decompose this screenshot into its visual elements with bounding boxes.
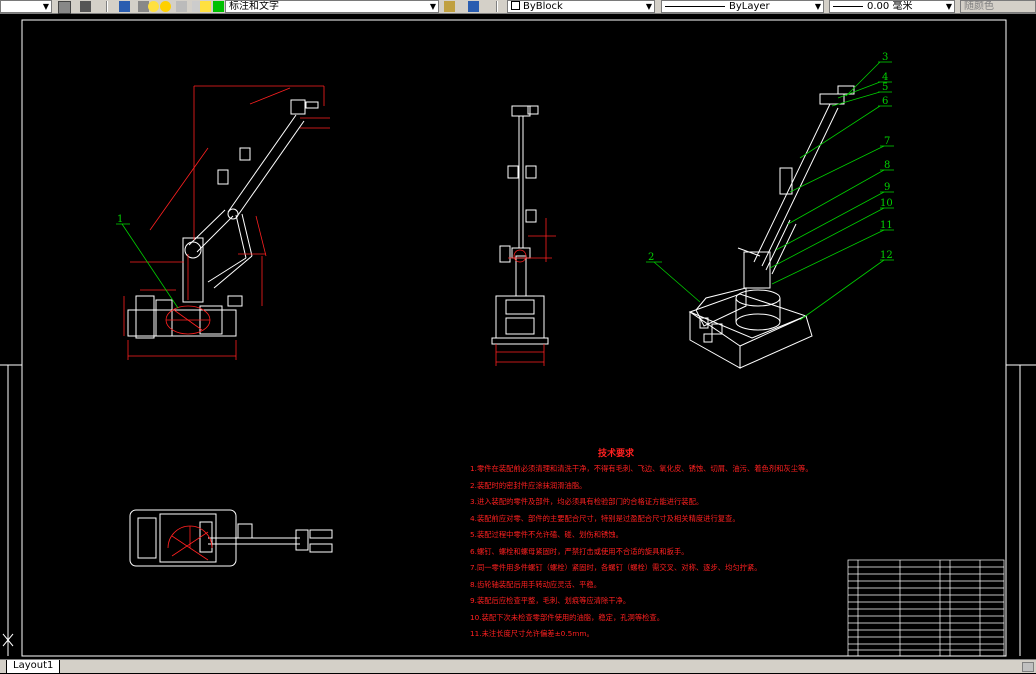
- color-combo[interactable]: ByBlock ▼: [507, 0, 655, 13]
- chevron-down-icon: ▼: [645, 2, 652, 11]
- color-combo-value: ByBlock: [523, 1, 563, 12]
- lock-icon[interactable]: [176, 1, 187, 12]
- top-view-dimensions: [167, 525, 213, 561]
- balloon-5: 5: [882, 82, 888, 93]
- balloon-11: 11: [880, 220, 893, 231]
- freeze-icon[interactable]: [200, 1, 211, 12]
- linetype-combo-value: ByLayer: [729, 1, 770, 12]
- drawing-canvas[interactable]: 1 2 3 4 5 6 7 8 9 10 11 12 技术要求 1.零件在装配前…: [0, 14, 1036, 659]
- tech-item: 6.螺钉、螺栓和螺母紧固时，严禁打击或使用不合适的旋具和扳手。: [470, 546, 689, 556]
- balloon-labels: 1 2 3 4 5 6 7 8 9 10 11 12: [117, 52, 893, 263]
- balloon-10: 10: [880, 198, 893, 209]
- balloon-6: 6: [882, 96, 888, 107]
- chevron-down-icon: ▼: [814, 2, 821, 11]
- scrollbar-thumb[interactable]: [1022, 662, 1034, 672]
- light-bulb-icon[interactable]: [148, 1, 159, 12]
- layout-tab-bar: Layout1: [0, 659, 1036, 674]
- layer-combo[interactable]: 标注和文字 ▼: [225, 0, 439, 13]
- chevron-down-icon: ▼: [945, 2, 952, 11]
- tech-item: 1.零件在装配前必须清理和清洗干净，不得有毛刺、飞边、氧化皮、锈蚀、切屑、油污、…: [470, 464, 813, 473]
- layer-properties-icon[interactable]: [58, 1, 71, 14]
- layer-previous-icon[interactable]: [80, 1, 91, 12]
- isometric-view: [688, 85, 855, 369]
- front-view: [127, 99, 319, 339]
- line-preview-icon: [833, 5, 863, 7]
- balloon-2: 2: [648, 252, 654, 263]
- side-view: [491, 105, 549, 345]
- properties-toolbar: ▼ 标注和文字 ▼ ByBlock ▼ ByLayer ▼ 0.00 毫米 ▼ 随颜色: [0, 0, 1036, 14]
- balloon-9: 9: [884, 182, 890, 193]
- balloon-8: 8: [884, 160, 890, 171]
- front-view-dimensions: [123, 85, 330, 360]
- tech-item: 11.未注长度尺寸允许偏差±0.5mm。: [470, 629, 594, 638]
- layer-previous-icon[interactable]: [468, 1, 479, 12]
- balloon-12: 12: [880, 250, 893, 261]
- green-color-icon[interactable]: [213, 1, 224, 12]
- line-preview-icon: [665, 5, 725, 7]
- balloon-underlines: [116, 61, 894, 263]
- tab-layout1[interactable]: Layout1: [6, 660, 61, 674]
- make-current-icon[interactable]: [444, 1, 455, 12]
- sun-icon[interactable]: [160, 1, 171, 12]
- top-view: [129, 509, 333, 567]
- tech-item: 2.装配时的密封件应涂抹润滑油脂。: [470, 480, 587, 490]
- layer-combo-value: 标注和文字: [229, 1, 279, 12]
- tech-requirements-list: 1.零件在装配前必须清理和清洗干净，不得有毛刺、飞边、氧化皮、锈蚀、切屑、油污、…: [470, 461, 813, 643]
- plotstyle-combo-value: 随颜色: [964, 1, 994, 12]
- view-combo[interactable]: ▼: [0, 0, 52, 13]
- linetype-combo[interactable]: ByLayer ▼: [661, 0, 824, 13]
- color-swatch-icon: [511, 1, 520, 10]
- balloon-1: 1: [117, 214, 123, 225]
- plotstyle-combo[interactable]: 随颜色: [960, 0, 1036, 13]
- lineweight-combo[interactable]: 0.00 毫米 ▼: [829, 0, 955, 13]
- tech-requirements-title: 技术要求: [598, 449, 635, 459]
- balloon-7: 7: [884, 136, 890, 147]
- lineweight-combo-value: 0.00 毫米: [867, 1, 913, 12]
- tech-item: 3.进入装配的零件及部件，均必须具有检验部门的合格证方能进行装配。: [470, 497, 704, 506]
- tech-item: 9.装配后应检查平整，毛刺、划痕等应清除干净。: [470, 596, 631, 605]
- tech-item: 10.装配下次未检查零部件使用的油脂，稳定，孔洞等检查。: [470, 612, 665, 622]
- balloon-3: 3: [882, 52, 888, 63]
- chevron-down-icon: ▼: [429, 2, 436, 11]
- parts-list-table: [847, 559, 1005, 657]
- tech-item: 4.装配前应对零、部件的主要配合尺寸，特别是过盈配合尺寸及相关精度进行复查。: [470, 513, 740, 523]
- chevron-down-icon: ▼: [42, 2, 49, 11]
- tech-item: 5.装配过程中零件不允许磕、碰、划伤和锈蚀。: [470, 530, 623, 539]
- tech-item: 7.同一零件用多件螺钉（螺栓）紧固时，各螺钉（螺栓）需交叉、对称、逐步、均匀拧紧…: [470, 563, 762, 572]
- tech-item: 8.齿轮轴装配后用手转动应灵活、平稳。: [470, 579, 602, 589]
- layers-icon[interactable]: [119, 1, 130, 12]
